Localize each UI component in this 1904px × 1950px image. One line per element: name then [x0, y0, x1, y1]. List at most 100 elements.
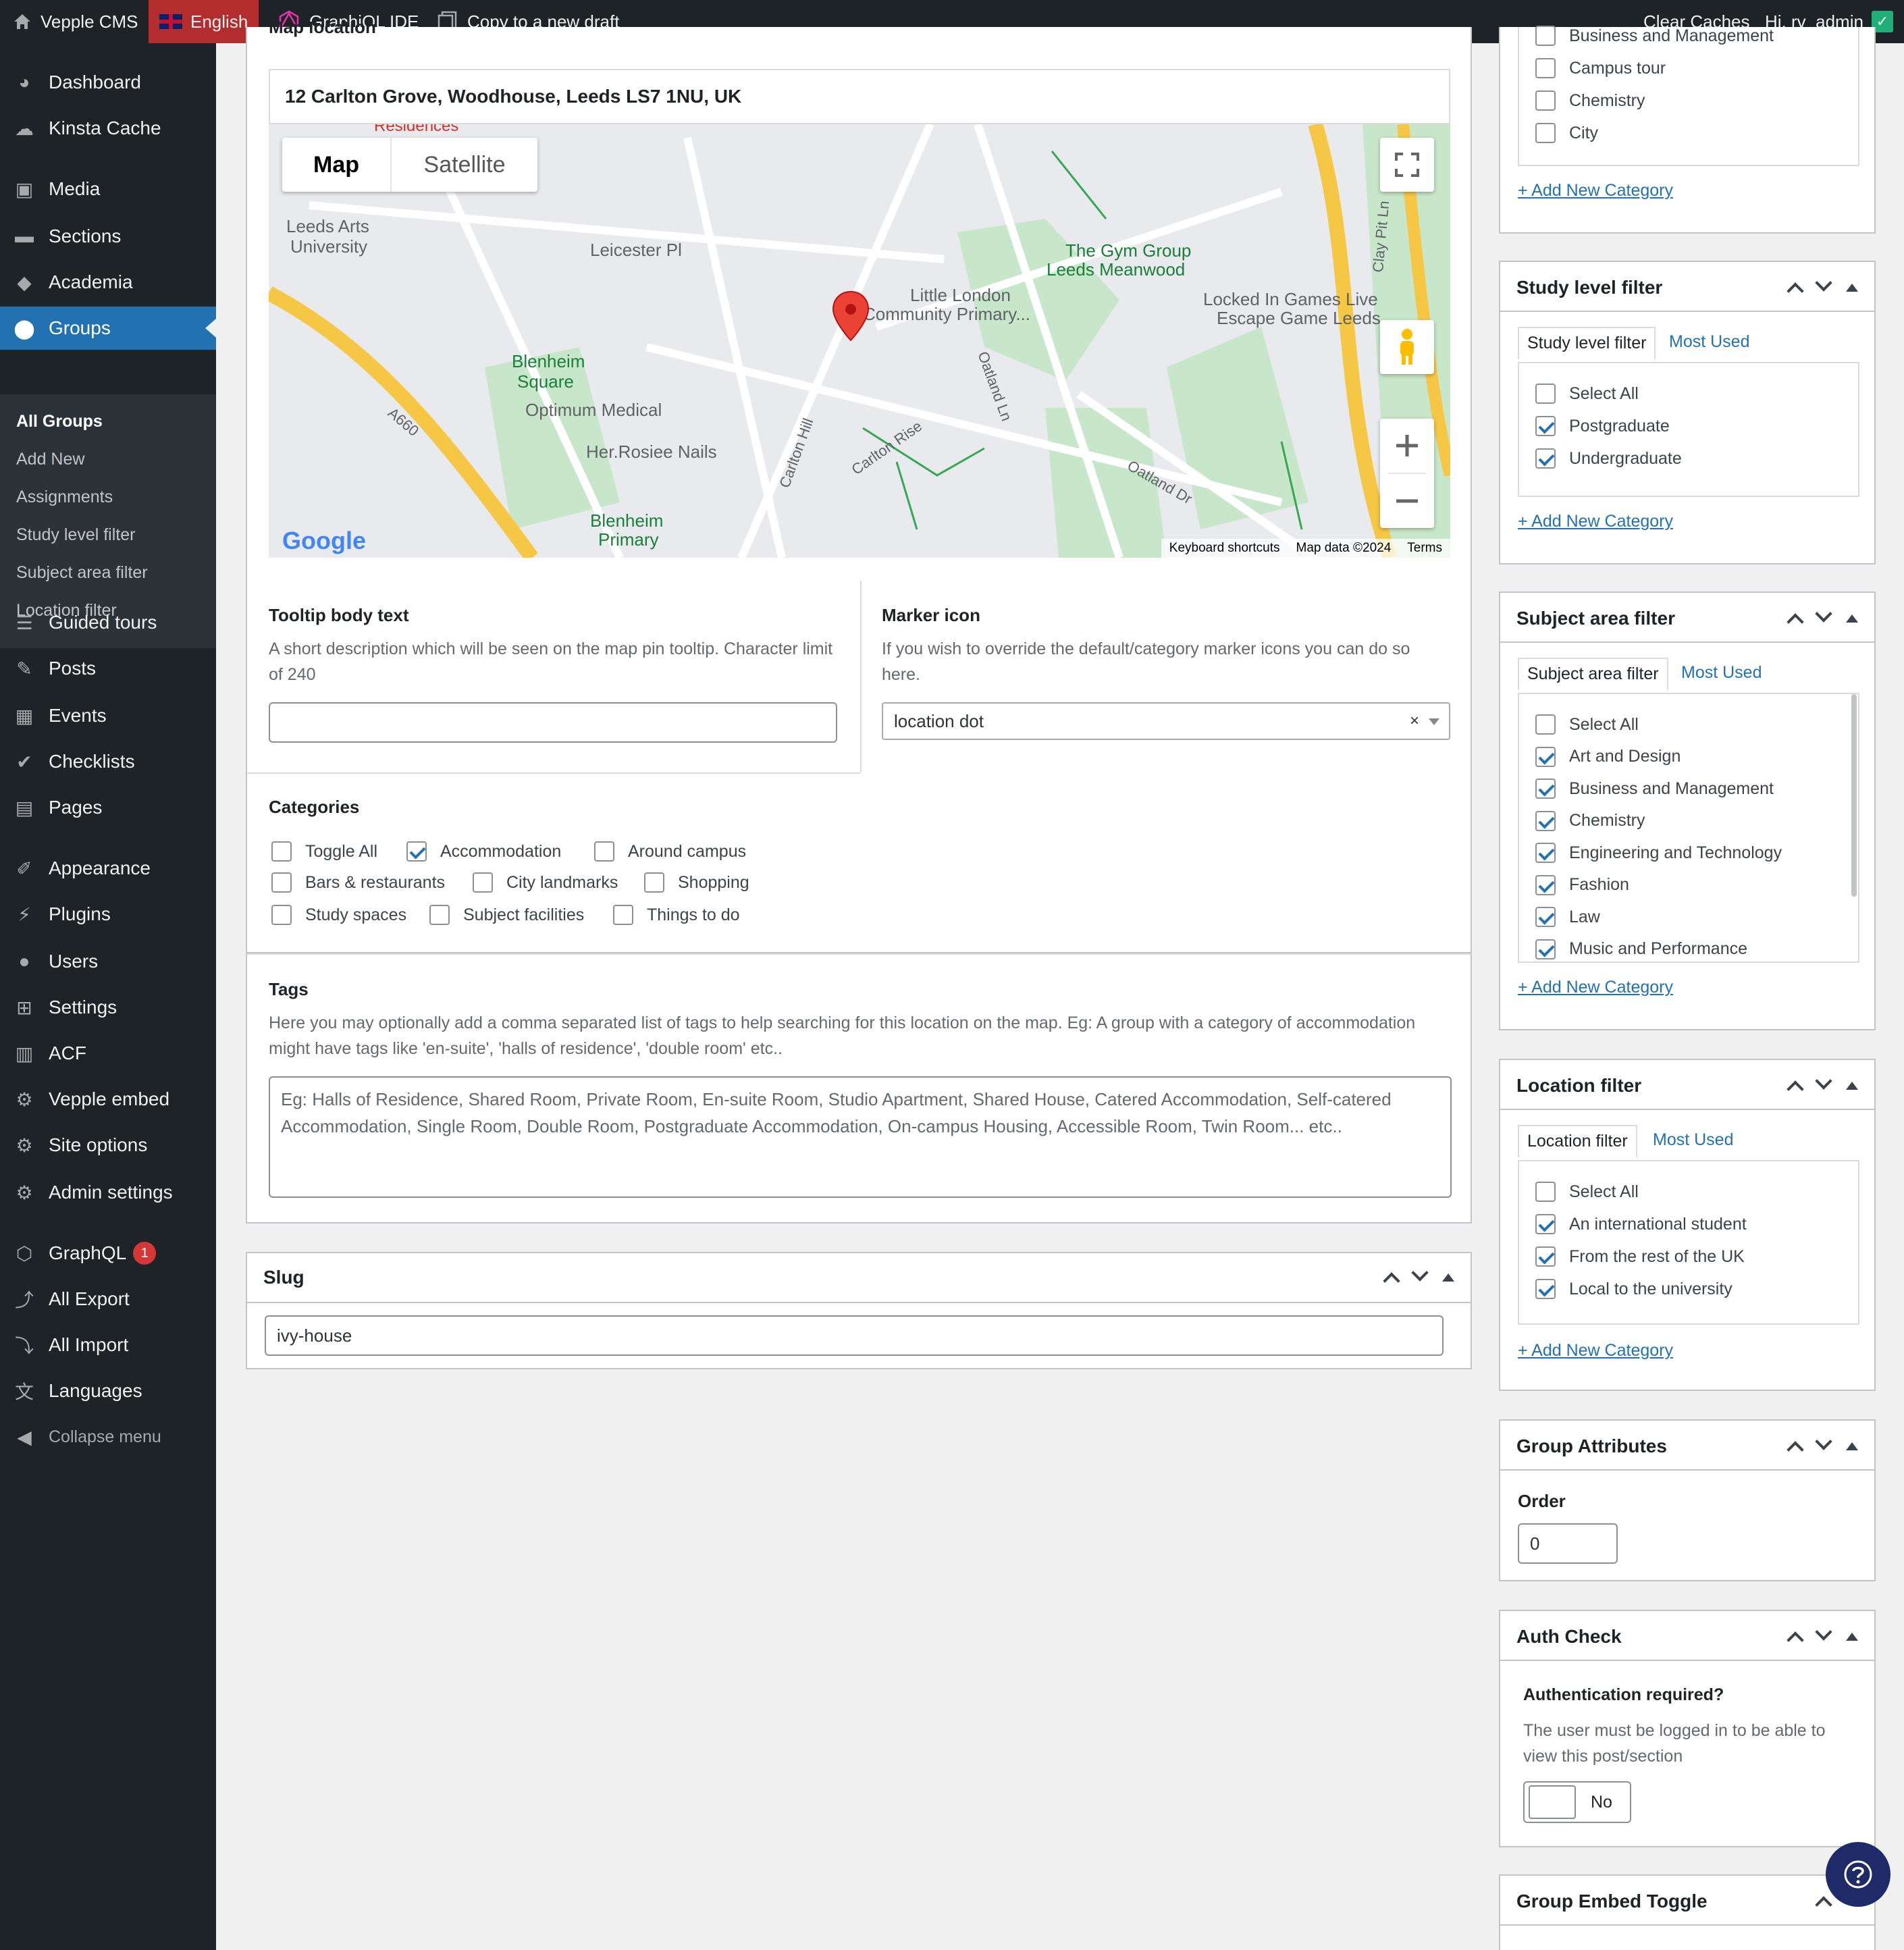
- tab-subject-area-most-used[interactable]: Most Used: [1681, 663, 1762, 683]
- subject-area-engineering-and-technology[interactable]: Engineering and Technology: [1535, 843, 1782, 863]
- help-button[interactable]: [1826, 1842, 1890, 1907]
- checkbox[interactable]: [429, 905, 450, 925]
- language-switcher[interactable]: English: [149, 0, 259, 43]
- site-name-link[interactable]: Vepple CMS: [12, 0, 138, 43]
- subject-area-select-all[interactable]: Select All: [1535, 714, 1639, 735]
- sidebar-item-admin-settings[interactable]: ⚙ Admin settings: [0, 1171, 216, 1214]
- sidebar-item-acf[interactable]: ▥ ACF: [0, 1032, 216, 1075]
- category-subject-facilities[interactable]: Subject facilities: [429, 905, 584, 925]
- checkbox[interactable]: [1535, 1246, 1556, 1267]
- sidebar-item-groups[interactable]: ⬤ Groups: [0, 307, 216, 350]
- category-around-campus[interactable]: Around campus: [594, 841, 746, 862]
- move-up-icon[interactable]: [1787, 613, 1804, 631]
- move-up-icon[interactable]: [1787, 1080, 1804, 1098]
- checkbox[interactable]: [1535, 1182, 1556, 1202]
- add-new-category-link[interactable]: + Add New Category: [1518, 978, 1673, 997]
- submenu-item-subject-area-filter[interactable]: Subject area filter: [16, 563, 148, 583]
- fullscreen-button[interactable]: [1380, 138, 1434, 192]
- marker-icon-select[interactable]: location dot ×: [882, 702, 1450, 740]
- sidebar-item-guided-tours[interactable]: ☰ Guided tours: [0, 601, 216, 644]
- category-business-and-management[interactable]: Business and Management: [1535, 26, 1774, 46]
- sidebar-item-vepple-embed[interactable]: ⚙ Vepple embed: [0, 1078, 216, 1121]
- sidebar-item-all-export[interactable]: ⤴ All Export: [0, 1277, 216, 1321]
- tooltip-input[interactable]: [269, 702, 837, 743]
- map-marker-icon[interactable]: [832, 290, 870, 342]
- submenu-item-assignments[interactable]: Assignments: [16, 488, 113, 507]
- category-accommodation[interactable]: Accommodation: [406, 841, 561, 862]
- location-select-all[interactable]: Select All: [1535, 1182, 1639, 1202]
- checkbox[interactable]: [1535, 810, 1556, 831]
- location-local-to-the-university[interactable]: Local to the university: [1535, 1279, 1733, 1299]
- slug-input[interactable]: ivy-house: [265, 1315, 1444, 1356]
- tags-textarea[interactable]: Eg: Halls of Residence, Shared Room, Pri…: [269, 1076, 1452, 1198]
- sidebar-item-all-import[interactable]: ⤵ All Import: [0, 1323, 216, 1367]
- sidebar-item-media[interactable]: ▣ Media: [0, 167, 216, 211]
- add-new-category-link[interactable]: + Add New Category: [1518, 181, 1673, 201]
- sidebar-item-posts[interactable]: ✎ Posts: [0, 647, 216, 690]
- sidebar-item-academia[interactable]: ◆ Academia: [0, 261, 216, 304]
- checkbox[interactable]: [1535, 746, 1556, 767]
- move-down-icon[interactable]: [1815, 1623, 1832, 1641]
- zoom-in-button[interactable]: [1380, 419, 1434, 473]
- checkbox[interactable]: [1535, 779, 1556, 799]
- move-up-icon[interactable]: [1787, 1631, 1804, 1649]
- category-bars-restaurants[interactable]: Bars & restaurants: [271, 872, 445, 893]
- checkbox[interactable]: [594, 841, 614, 862]
- sidebar-item-users[interactable]: ● Users: [0, 940, 216, 983]
- checkbox[interactable]: [271, 905, 292, 925]
- category-chemistry[interactable]: Chemistry: [1535, 90, 1645, 111]
- auth-toggle[interactable]: No: [1523, 1781, 1631, 1823]
- sidebar-item-settings[interactable]: ⊞ Settings: [0, 986, 216, 1029]
- sidebar-item-site-options[interactable]: ⚙ Site options: [0, 1124, 216, 1167]
- checkbox[interactable]: [644, 872, 664, 893]
- move-down-icon[interactable]: [1815, 274, 1832, 292]
- map-type-satellite-button[interactable]: Satellite: [392, 138, 537, 192]
- map-type-map-button[interactable]: Map: [282, 138, 390, 192]
- checkbox[interactable]: [271, 872, 292, 893]
- add-new-category-link[interactable]: + Add New Category: [1518, 1341, 1673, 1361]
- checkbox[interactable]: [1535, 1214, 1556, 1234]
- subject-area-fashion[interactable]: Fashion: [1535, 874, 1629, 895]
- sidebar-item-checklists[interactable]: ✔ Checklists: [0, 740, 216, 783]
- sidebar-item-kinsta-cache[interactable]: ☁ Kinsta Cache: [0, 107, 216, 150]
- sidebar-item-plugins[interactable]: ⚡ Plugins: [0, 893, 216, 936]
- location-from-the-rest-of-the-uk[interactable]: From the rest of the UK: [1535, 1246, 1745, 1267]
- category-toggle-all[interactable]: Toggle All: [271, 841, 377, 862]
- sidebar-item-appearance[interactable]: ✐ Appearance: [0, 847, 216, 890]
- zoom-out-button[interactable]: [1380, 474, 1434, 528]
- checkbox[interactable]: [1535, 843, 1556, 863]
- checkbox[interactable]: [1535, 907, 1556, 927]
- checkbox[interactable]: [1535, 939, 1556, 959]
- move-down-icon[interactable]: [1815, 605, 1832, 623]
- toggle-panel-icon[interactable]: [1846, 284, 1858, 292]
- sidebar-item-dashboard[interactable]: ◕ Dashboard: [0, 61, 216, 104]
- sidebar-item-graphql[interactable]: ⬡ GraphQL 1: [0, 1232, 216, 1275]
- category-city-landmarks[interactable]: City landmarks: [473, 872, 618, 893]
- category-campus-tour[interactable]: Campus tour: [1535, 58, 1666, 78]
- checkbox[interactable]: [1535, 448, 1556, 469]
- toggle-panel-icon[interactable]: [1846, 1633, 1858, 1641]
- submenu-item-study-level-filter[interactable]: Study level filter: [16, 525, 135, 545]
- checkbox[interactable]: [1535, 58, 1556, 78]
- subject-area-art-and-design[interactable]: Art and Design: [1535, 746, 1681, 767]
- google-map[interactable]: Leeds Arts University Leicester Pl Blenh…: [269, 124, 1450, 558]
- checkbox[interactable]: [1535, 384, 1556, 404]
- category-study-spaces[interactable]: Study spaces: [271, 905, 406, 925]
- tab-location-all[interactable]: Location filter: [1518, 1125, 1637, 1158]
- subject-area-music-and-performance[interactable]: Music and Performance: [1535, 939, 1747, 959]
- move-down-icon[interactable]: [1411, 1264, 1429, 1282]
- address-search-input[interactable]: 12 Carlton Grove, Woodhouse, Leeds LS7 1…: [269, 69, 1450, 124]
- sidebar-item-pages[interactable]: ▤ Pages: [0, 786, 216, 829]
- checkbox[interactable]: [1535, 90, 1556, 111]
- checkbox[interactable]: [271, 841, 292, 862]
- street-view-pegman[interactable]: [1380, 320, 1434, 374]
- toggle-panel-icon[interactable]: [1846, 614, 1858, 623]
- chevron-down-icon[interactable]: [1429, 718, 1439, 725]
- toggle-panel-icon[interactable]: [1846, 1082, 1858, 1090]
- keyboard-shortcuts-link[interactable]: Keyboard shortcuts: [1169, 541, 1280, 556]
- checkbox[interactable]: [473, 872, 493, 893]
- move-up-icon[interactable]: [1383, 1272, 1400, 1290]
- checkbox[interactable]: [613, 905, 633, 925]
- submenu-item-all-groups[interactable]: All Groups: [16, 412, 103, 431]
- toggle-panel-icon[interactable]: [1442, 1273, 1454, 1282]
